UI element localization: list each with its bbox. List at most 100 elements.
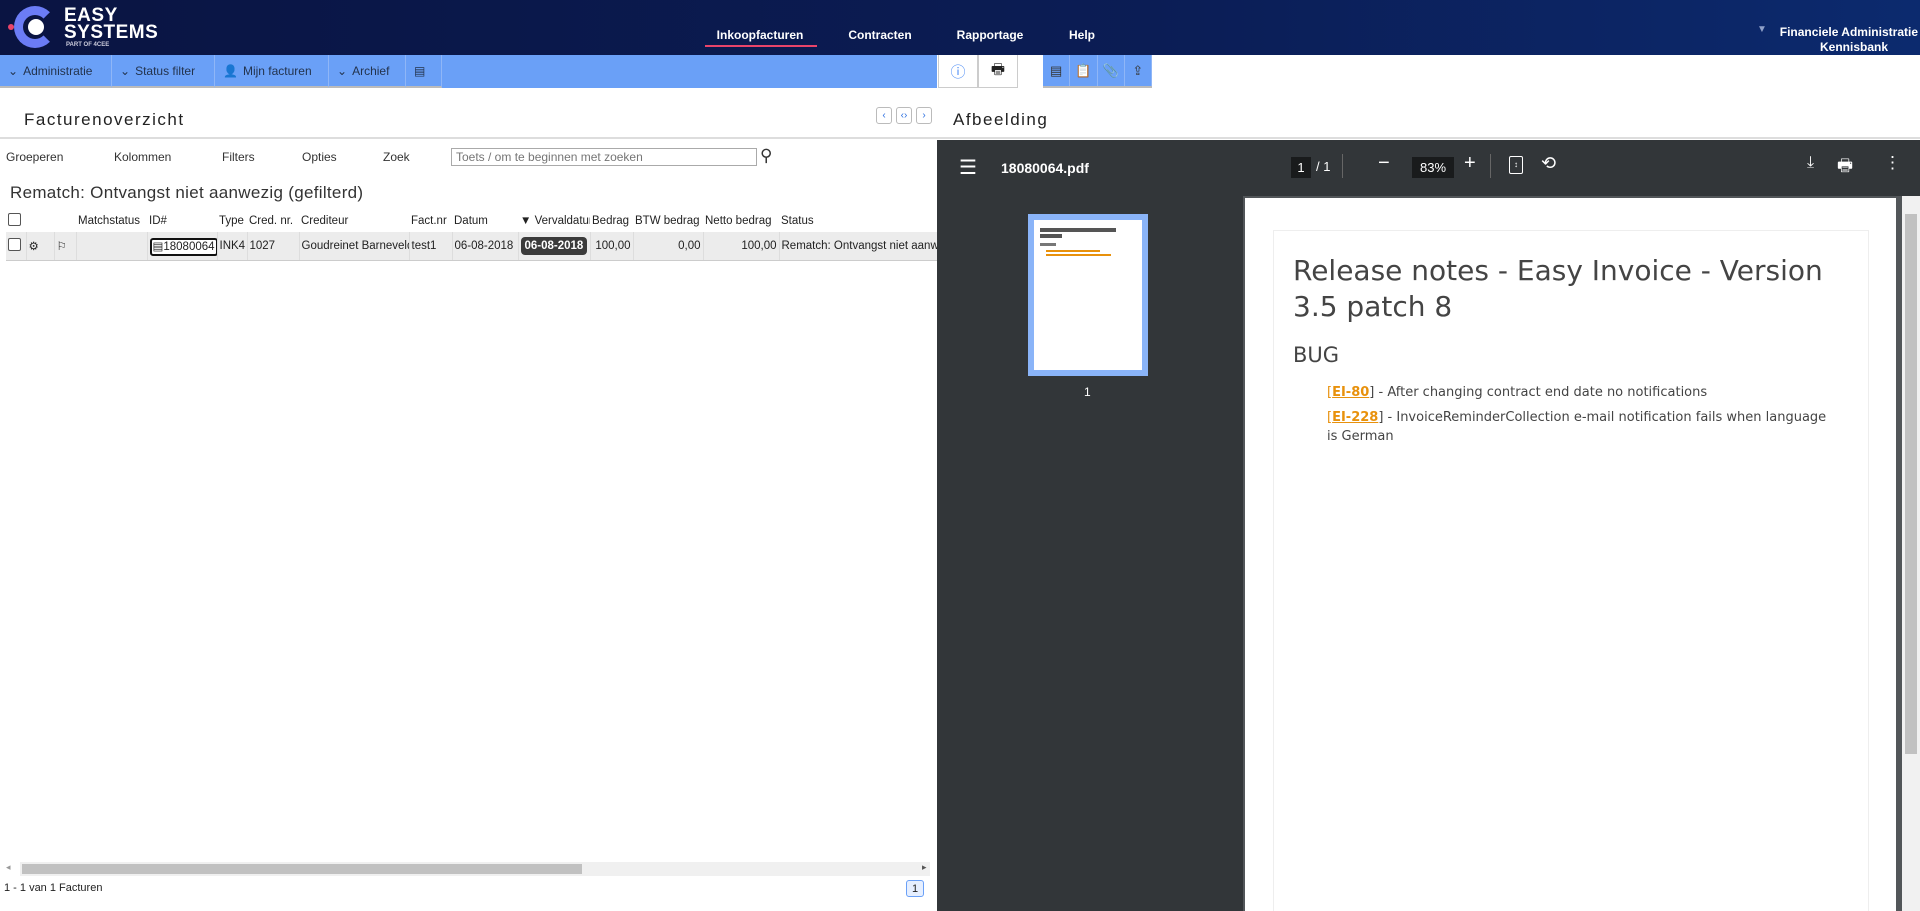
logo-dot <box>28 19 44 35</box>
logo[interactable]: EASY SYSTEMS <box>64 6 159 43</box>
match-icon[interactable]: ⚙ <box>26 232 55 261</box>
document-icon: ▤ <box>152 240 164 253</box>
col-btw[interactable]: BTW bedrag <box>633 210 703 232</box>
print-icon[interactable]: 🖶 <box>1837 153 1853 182</box>
info-button[interactable]: ⓘ <box>938 55 978 88</box>
zoom-out-icon[interactable]: − <box>1378 152 1390 175</box>
active-nav-underline <box>705 45 817 47</box>
list-item: [EI-228] - InvoiceReminderCollection e-m… <box>1327 410 1827 444</box>
administratie-button[interactable]: ⌄ Administratie <box>0 55 112 88</box>
col-vervaldatum[interactable]: ▼ Vervaldatum <box>518 210 590 232</box>
flag-icon[interactable]: ⚐ <box>54 232 77 261</box>
label: Mijn facturen <box>242 63 312 78</box>
list-subtitle: Rematch: Ontvangst niet aanwezig (gefilt… <box>10 183 364 202</box>
item-text: ] - InvoiceReminderCollection e-mail not… <box>1327 410 1827 444</box>
zoom-in-icon[interactable]: + <box>1464 152 1476 175</box>
section-heading: BUG <box>1293 343 1340 367</box>
item-text: ] - After changing contract end date no … <box>1369 385 1708 400</box>
label: Status filter <box>135 63 196 78</box>
page-thumbnail[interactable] <box>1028 214 1148 376</box>
nav-inkoopfacturen[interactable]: Inkoopfacturen <box>717 28 804 42</box>
col-crediteur[interactable]: Crediteur <box>299 210 409 232</box>
divider <box>1490 154 1491 178</box>
info-icon: ⓘ <box>950 63 966 81</box>
nav-rapportage[interactable]: Rapportage <box>957 28 1024 42</box>
label: Archief <box>352 63 390 78</box>
kolommen-button[interactable]: Kolommen <box>114 150 171 164</box>
page-number-input[interactable]: 1 <box>1291 157 1311 178</box>
fact-nr-cell: test1 <box>409 232 453 261</box>
export-icon[interactable]: ⇪ <box>1125 55 1152 86</box>
more-options-icon[interactable]: ⋮ <box>1884 153 1901 173</box>
col-fact-nr[interactable]: Fact.nr <box>409 210 452 232</box>
expand-button[interactable]: ‹› <box>896 107 912 124</box>
list-item: [EI-80] - After changing contract end da… <box>1327 385 1708 400</box>
document-actions: ▤ 📋 📎 ⇪ <box>1043 55 1152 88</box>
archief-button[interactable]: ⌄ Archief <box>329 55 406 88</box>
clipboard-icon[interactable]: 📋 <box>1070 55 1098 86</box>
pdf-filename: 18080064.pdf <box>1001 160 1089 176</box>
opties-button[interactable]: Opties <box>302 150 337 164</box>
matchstatus-cell <box>76 232 148 261</box>
page-title: Facturenoverzicht <box>24 110 185 129</box>
next-button[interactable]: › <box>916 107 932 124</box>
select-all-checkbox[interactable] <box>8 213 21 226</box>
document-content: Release notes - Easy Invoice - Version 3… <box>1273 230 1869 911</box>
search-input[interactable] <box>451 148 757 166</box>
col-datum[interactable]: Datum <box>452 210 518 232</box>
col-id[interactable]: ID# <box>147 210 217 232</box>
zoom-input[interactable]: 83% <box>1412 157 1454 178</box>
page-total: / 1 <box>1316 159 1331 174</box>
col-type[interactable]: Type <box>217 210 247 232</box>
status-filter-button[interactable]: ⌄ Status filter <box>112 55 215 88</box>
status-cell: Rematch: Ontvangst niet aanwezig <box>779 232 938 261</box>
fit-page-icon[interactable]: ↕ <box>1509 156 1523 174</box>
vertical-scrollbar[interactable] <box>1902 196 1920 911</box>
scroll-left-icon[interactable]: ◂ <box>6 862 11 873</box>
user-icon: 👤 <box>223 63 238 78</box>
document-title: Release notes - Easy Invoice - Version 3… <box>1293 254 1823 323</box>
issue-link[interactable]: EI-228 <box>1332 410 1378 425</box>
download-icon[interactable]: ⤓ <box>1807 154 1814 172</box>
scrollbar-thumb[interactable] <box>22 864 582 874</box>
horizontal-scrollbar[interactable] <box>20 862 930 876</box>
col-status[interactable]: Status <box>779 210 937 232</box>
id: 18080064 <box>163 240 215 253</box>
type-cell: INK4 <box>217 232 248 261</box>
search-icon[interactable]: ⚲ <box>760 146 772 166</box>
label: Administratie <box>23 63 93 78</box>
row-checkbox[interactable] <box>8 237 21 251</box>
scrollbar-thumb[interactable] <box>1905 214 1917 754</box>
col-matchstatus[interactable]: Matchstatus <box>76 210 147 232</box>
comment-icon[interactable]: ▤ <box>1043 55 1071 86</box>
pdf-toolbar: ☰ 18080064.pdf 1 / 1 − 83% + ↕ ⟲ ⤓ 🖶 ⋮ <box>937 140 1920 196</box>
scroll-right-icon[interactable]: ▸ <box>922 862 927 873</box>
logo-subtitle: PART OF 4CEE <box>66 42 110 48</box>
rotate-icon[interactable]: ⟲ <box>1541 153 1556 174</box>
id-cell[interactable]: ▤18080064 <box>149 237 216 256</box>
table-row[interactable]: ⚙ ⚐ ▤18080064 INK4 1027 Goudreinet Barne… <box>6 232 938 261</box>
print-button[interactable]: 🖶 <box>978 55 1018 88</box>
col-netto[interactable]: Netto bedrag <box>703 210 779 232</box>
filters-button[interactable]: Filters <box>222 150 255 164</box>
comment-button[interactable]: ▤ <box>406 55 442 88</box>
col-bedrag[interactable]: Bedrag <box>590 210 633 232</box>
paperclip-icon[interactable]: 📎 <box>1098 55 1125 86</box>
logo-line2: SYSTEMS <box>64 22 159 43</box>
nav-contracten[interactable]: Contracten <box>848 28 911 42</box>
menu-icon[interactable]: ☰ <box>959 155 977 180</box>
image-title: Afbeelding <box>953 110 1049 129</box>
page-1-button[interactable]: 1 <box>906 880 924 897</box>
mijn-facturen-button[interactable]: 👤 Mijn facturen <box>215 55 329 88</box>
groeperen-button[interactable]: Groeperen <box>6 150 63 164</box>
vervaldatum-badge: 06-08-2018 <box>520 236 588 255</box>
col-cred-nr[interactable]: Cred. nr. <box>247 210 299 232</box>
print-icon: 🖶 <box>990 60 1006 78</box>
user-administration[interactable]: Financiele Administratie <box>1780 25 1918 39</box>
divider <box>1342 154 1343 178</box>
bedrag-cell: 100,00 <box>590 232 634 261</box>
caret-down-icon[interactable]: ▼ <box>1757 24 1767 35</box>
issue-link[interactable]: EI-80 <box>1332 385 1369 400</box>
prev-button[interactable]: ‹ <box>876 107 892 124</box>
nav-help[interactable]: Help <box>1069 28 1095 42</box>
